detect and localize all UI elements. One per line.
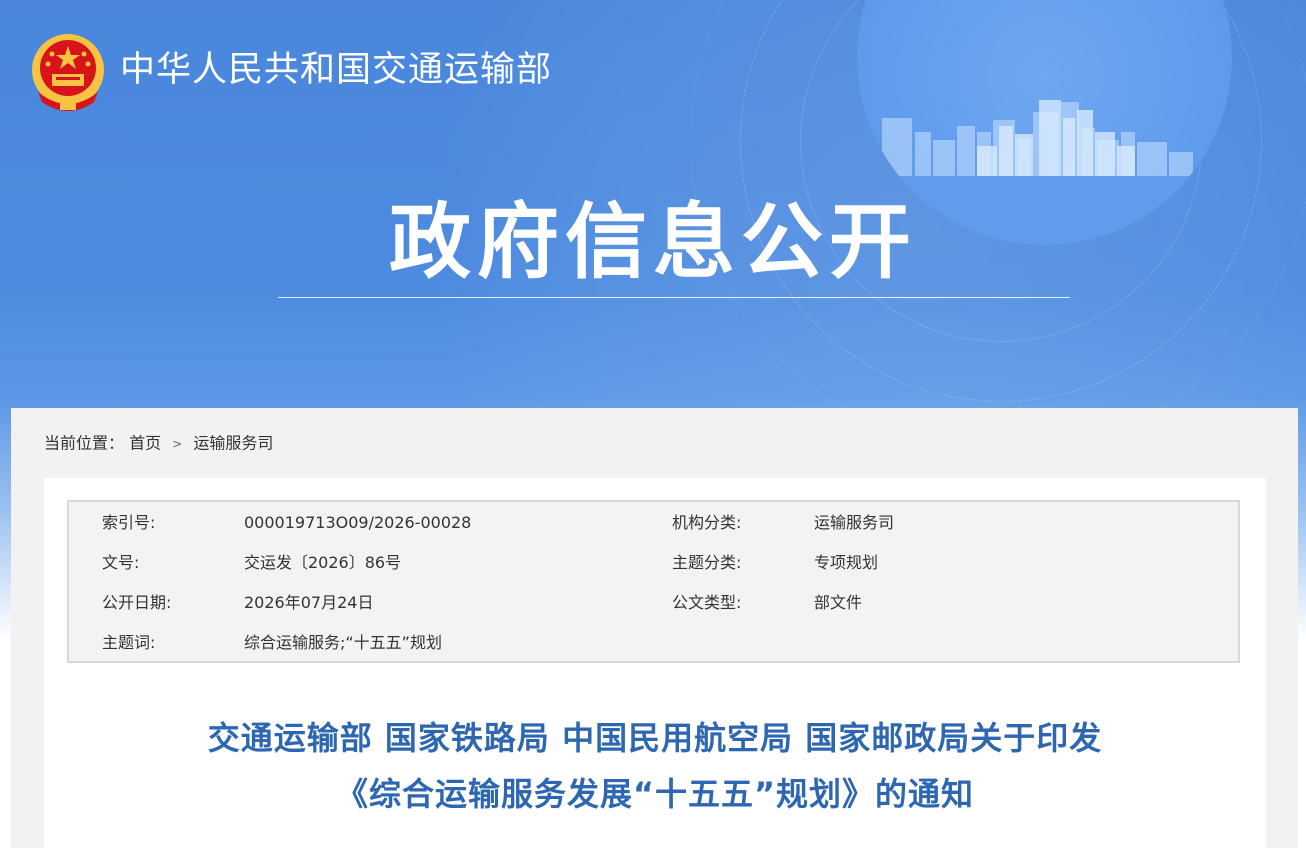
- document-title: 交通运输部 国家铁路局 中国民用航空局 国家邮政局关于印发 《综合运输服务发展“…: [44, 710, 1266, 822]
- breadcrumb-separator-icon: >: [172, 436, 183, 451]
- metadata-value: 交运发〔2026〕86号: [244, 553, 402, 572]
- content-panel: 当前位置： 首页 > 运输服务司 索引号: 000019713O09/2026-…: [11, 408, 1298, 858]
- metadata-row: 文号: 交运发〔2026〕86号 主题分类: 专项规划: [69, 543, 1238, 583]
- metadata-value: 部文件: [814, 593, 863, 612]
- breadcrumb-prefix: 当前位置：: [44, 433, 125, 453]
- document-metadata-table: 索引号: 000019713O09/2026-00028 机构分类: 运输服务司…: [67, 500, 1240, 663]
- metadata-label: 公文类型:: [672, 593, 742, 612]
- metadata-label: 文号:: [102, 553, 140, 572]
- document-title-line-1: 交通运输部 国家铁路局 中国民用航空局 国家邮政局关于印发: [207, 719, 1103, 757]
- breadcrumb: 当前位置： 首页 > 运输服务司: [44, 432, 273, 455]
- breadcrumb-current-link[interactable]: 运输服务司: [193, 434, 273, 453]
- metadata-value: 运输服务司: [814, 513, 895, 532]
- breadcrumb-home-link[interactable]: 首页: [129, 434, 161, 453]
- metadata-value: 2026年07月24日: [244, 593, 374, 612]
- metadata-label: 公开日期:: [102, 593, 172, 612]
- metadata-value: 综合运输服务;“十五五”规划: [244, 633, 442, 652]
- metadata-label: 主题分类:: [672, 553, 742, 572]
- metadata-value: 专项规划: [814, 553, 879, 572]
- metadata-label: 索引号:: [102, 513, 156, 532]
- metadata-label: 主题词:: [102, 633, 156, 652]
- hero-divider: [278, 297, 1070, 298]
- article-card: 索引号: 000019713O09/2026-00028 机构分类: 运输服务司…: [44, 478, 1266, 858]
- metadata-row: 索引号: 000019713O09/2026-00028 机构分类: 运输服务司: [69, 503, 1238, 543]
- metadata-row: 主题词: 综合运输服务;“十五五”规划: [69, 623, 1238, 663]
- national-emblem-icon[interactable]: [28, 30, 108, 114]
- site-name[interactable]: 中华人民共和国交通运输部: [120, 46, 552, 94]
- metadata-row: 公开日期: 2026年07月24日 公文类型: 部文件: [69, 583, 1238, 623]
- page-hero-title: 政府信息公开: [388, 195, 917, 290]
- document-title-line-2: 《综合运输服务发展“十五五”规划》的通知: [335, 775, 975, 813]
- metadata-value: 000019713O09/2026-00028: [244, 513, 472, 532]
- metadata-label: 机构分类:: [672, 513, 742, 532]
